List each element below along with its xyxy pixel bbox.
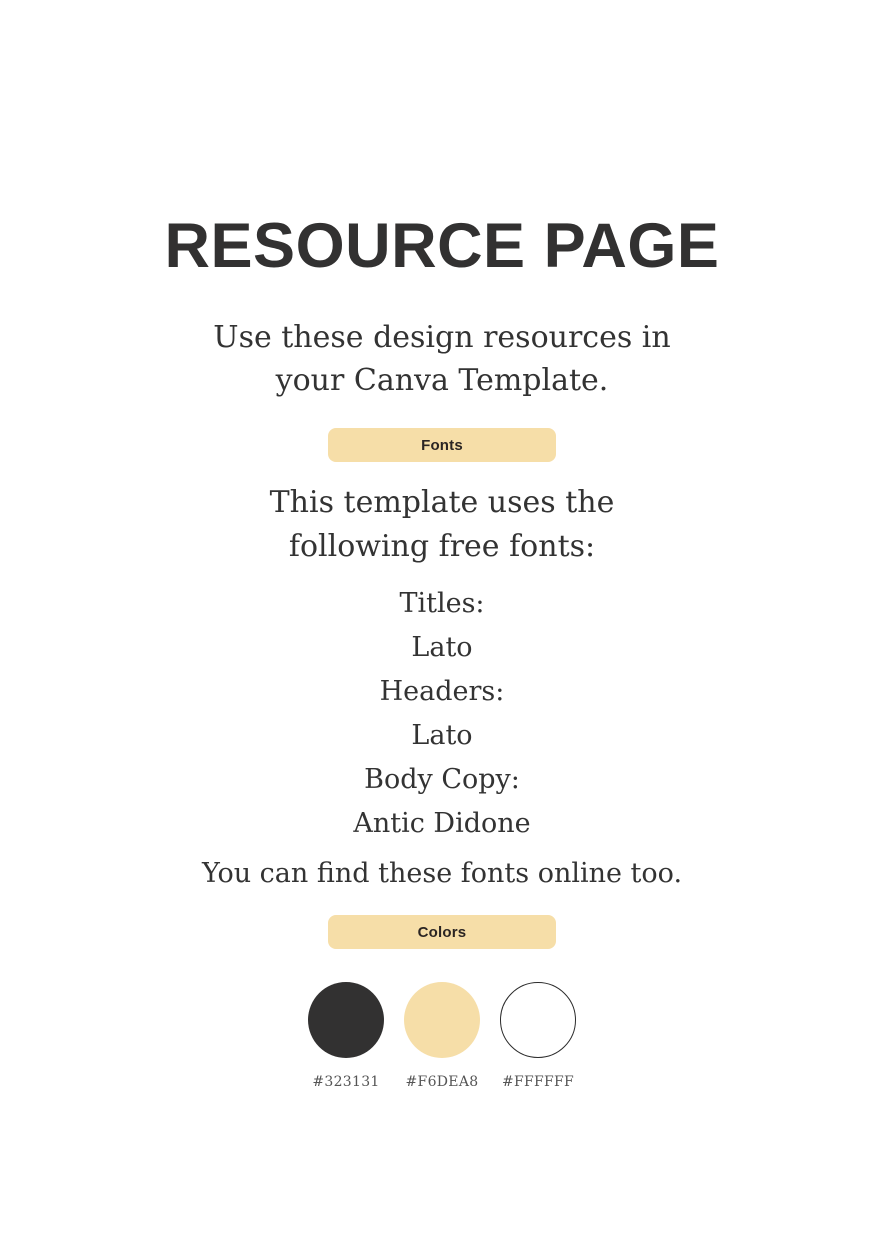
fonts-intro-line-1: This template uses the	[269, 485, 615, 520]
color-swatch-hex-label: #323131	[312, 1074, 380, 1090]
font-name-value: Lato	[411, 632, 473, 663]
fonts-section-badge: Fonts	[328, 428, 556, 462]
color-swatch: #FFFFFF	[499, 982, 577, 1090]
font-entry: Headers: Lato	[0, 670, 884, 758]
color-swatch-hex-label: #F6DEA8	[405, 1074, 479, 1090]
page-subtitle: Use these design resources in your Canva…	[0, 316, 884, 402]
subtitle-line-2: your Canva Template.	[275, 363, 609, 398]
color-swatch-dot	[500, 982, 576, 1058]
font-entry: Body Copy: Antic Didone	[0, 758, 884, 846]
font-list: Titles: Lato Headers: Lato Body Copy: An…	[0, 582, 884, 846]
font-entry: Titles: Lato	[0, 582, 884, 670]
color-swatch-dot	[308, 982, 384, 1058]
font-name-value: Lato	[411, 720, 473, 751]
fonts-intro-line-2: following free fonts:	[288, 529, 596, 564]
colors-badge-label: Colors	[417, 923, 467, 941]
subtitle-line-1: Use these design resources in	[213, 320, 671, 355]
fonts-badge-label: Fonts	[421, 436, 463, 454]
font-role-label: Titles:	[399, 588, 485, 619]
colors-section-badge: Colors	[328, 915, 556, 949]
fonts-closing-note: You can find these fonts online too.	[201, 858, 683, 889]
color-swatch: #F6DEA8	[403, 982, 481, 1090]
fonts-intro-text: This template uses the following free fo…	[0, 481, 884, 569]
color-swatch-dot	[404, 982, 480, 1058]
color-swatch-hex-label: #FFFFFF	[501, 1074, 575, 1090]
color-swatch-row: #323131 #F6DEA8 #FFFFFF	[0, 982, 884, 1090]
font-role-label: Headers:	[379, 676, 505, 707]
resource-page: RESOURCE PAGE Use these design resources…	[0, 0, 884, 1250]
page-title: RESOURCE PAGE	[164, 211, 720, 281]
color-swatch: #323131	[307, 982, 385, 1090]
font-role-label: Body Copy:	[364, 764, 520, 795]
font-name-value: Antic Didone	[353, 808, 531, 839]
